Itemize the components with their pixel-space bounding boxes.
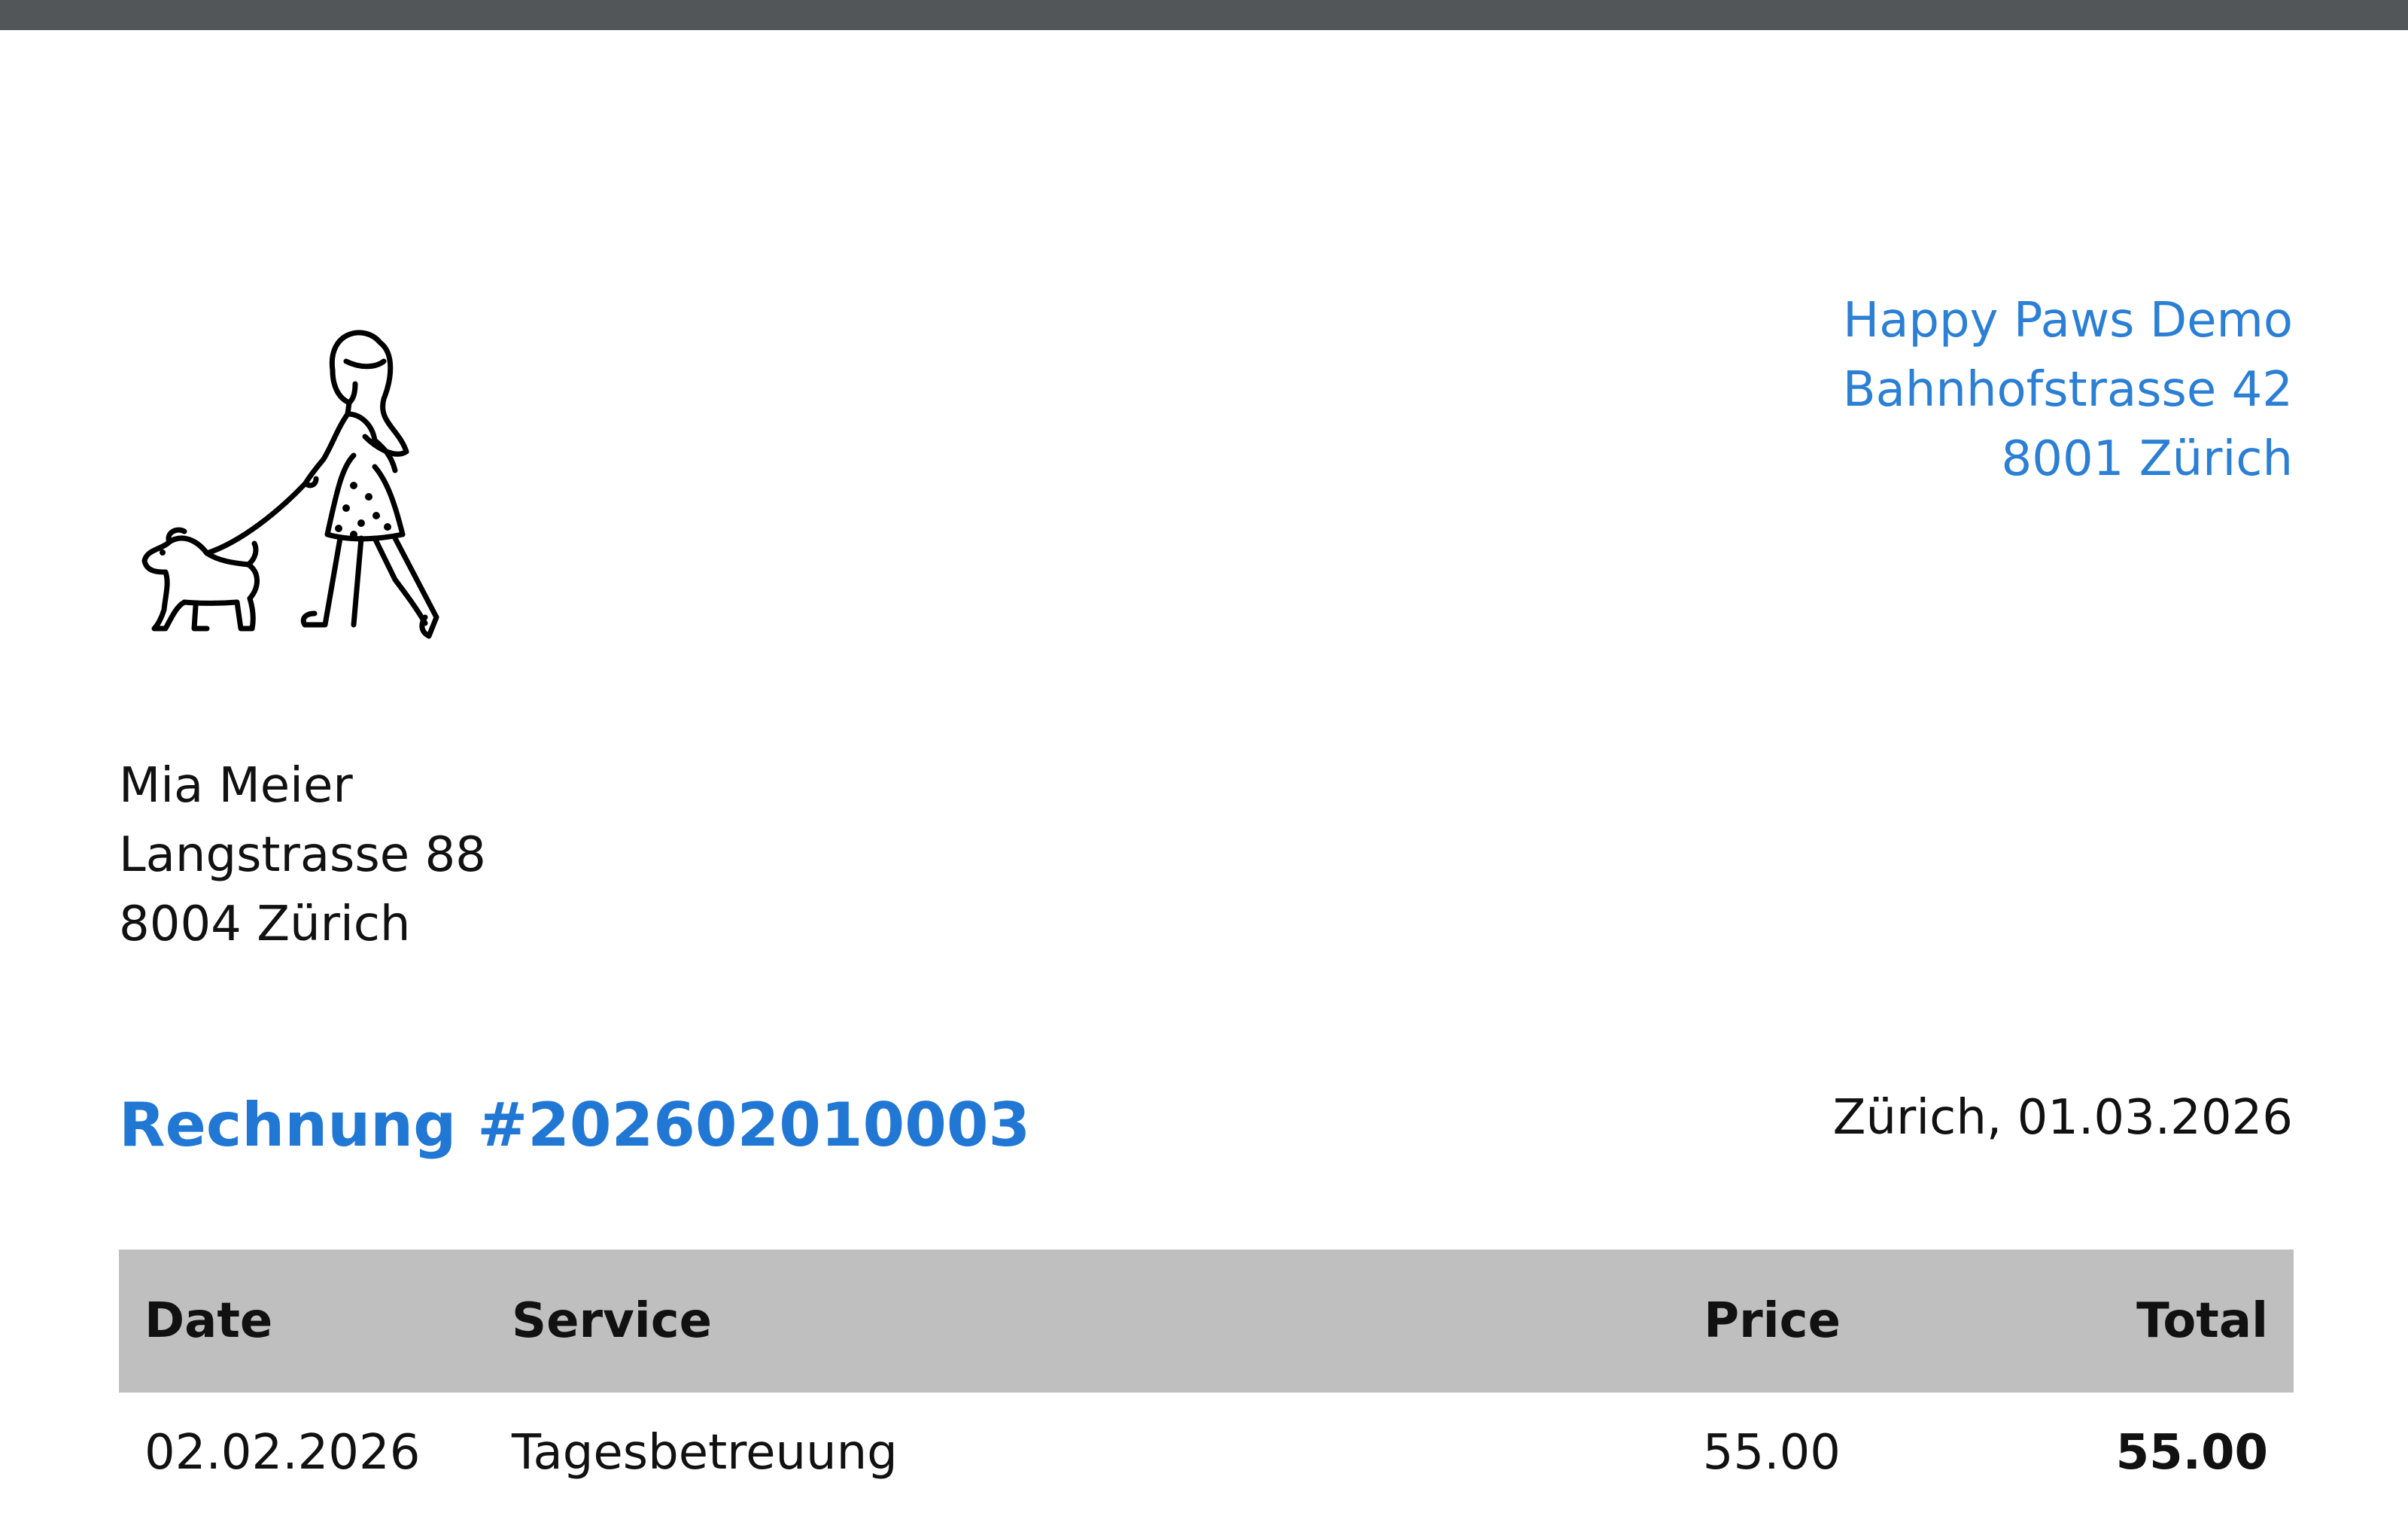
recipient-city: 8004 Zürich: [119, 897, 411, 952]
table-row: 02.02.2026 Tagesbetreuung 55.00 55.00: [119, 1393, 2294, 1513]
invoice-items-table: Date Service Price Total 02.02.2026 Tage…: [119, 1250, 2294, 1513]
row-price: 55.00: [1702, 1425, 1841, 1481]
recipient-address: Mia Meier Langstrasse 88 8004 Zürich: [119, 751, 486, 959]
row-total: 55.00: [2115, 1425, 2268, 1481]
sender-city: 8001 Zürich: [2001, 431, 2293, 487]
row-date: 02.02.2026: [144, 1425, 421, 1481]
header-service: Service: [486, 1250, 1544, 1393]
recipient-name: Mia Meier: [119, 758, 353, 814]
invoice-title: Rechnung #202602010003: [119, 1090, 1031, 1160]
dog-walker-icon: [135, 309, 467, 655]
sender-name: Happy Paws Demo: [1843, 293, 2293, 349]
sender-street: Bahnhofstrasse 42: [1842, 362, 2293, 418]
sender-address: Happy Paws Demo Bahnhofstrasse 42 8001 Z…: [1843, 286, 2293, 494]
recipient-street: Langstrasse 88: [119, 827, 486, 883]
top-bar: [0, 0, 2408, 30]
header-price: Price: [1544, 1250, 1866, 1393]
row-service: Tagesbetreuung: [512, 1425, 898, 1481]
invoice-place-date: Zürich, 01.03.2026: [1832, 1090, 2293, 1146]
header-total: Total: [1866, 1250, 2294, 1393]
header-date: Date: [119, 1250, 486, 1393]
table-header-row: Date Service Price Total: [119, 1250, 2294, 1393]
